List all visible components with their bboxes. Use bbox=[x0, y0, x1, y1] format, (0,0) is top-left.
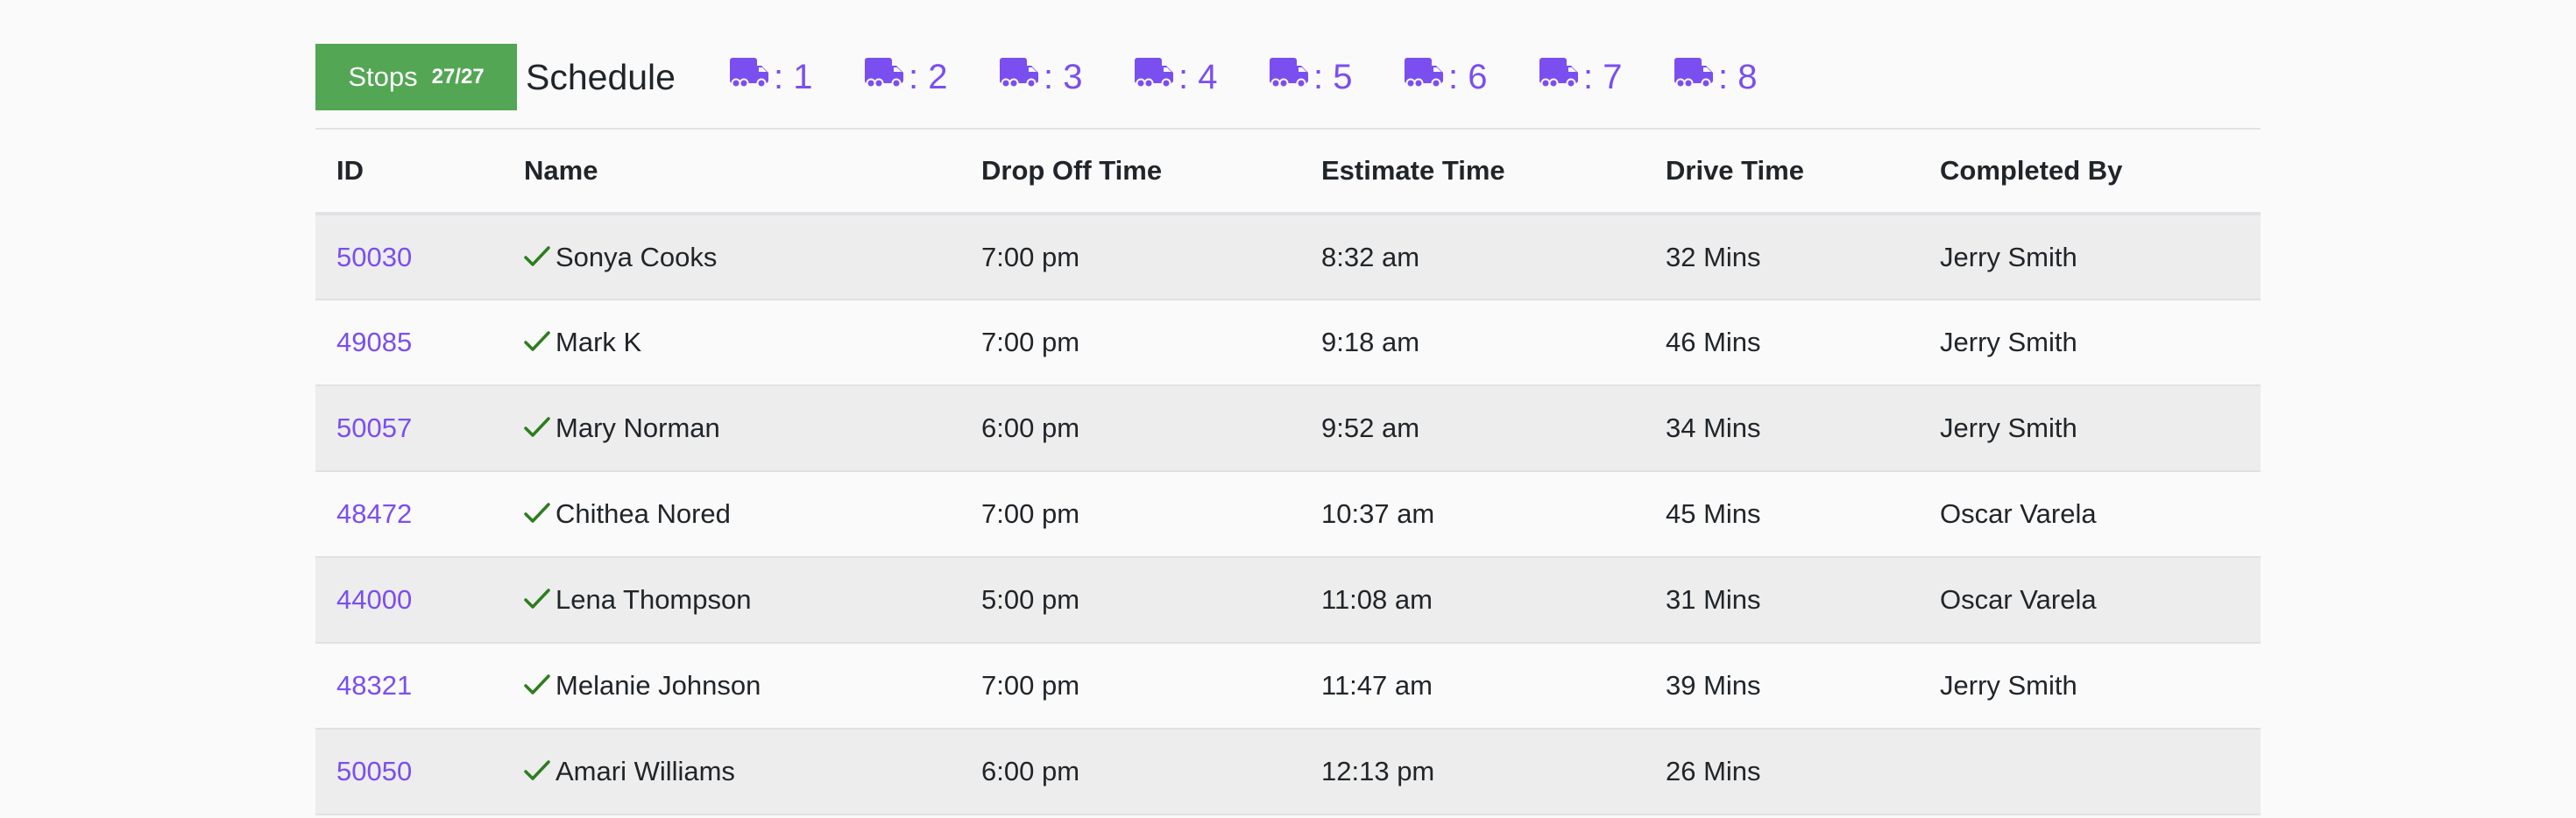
drive-time: 32 Mins bbox=[1666, 241, 1761, 272]
drop-off-time: 7:00 pm bbox=[981, 670, 1080, 701]
table-row[interactable]: 48472 Chithea Nored 7:00 pm 10:37 am 45 … bbox=[315, 471, 2261, 557]
drop-off-time: 7:00 pm bbox=[981, 498, 1080, 529]
checkmark-icon bbox=[524, 586, 550, 616]
table-row[interactable]: 50050 Amari Williams 6:00 pm 12:13 pm 26… bbox=[315, 729, 2261, 814]
stop-id-link[interactable]: 50057 bbox=[336, 413, 412, 443]
truck-filter-label: : 4 bbox=[1178, 57, 1218, 96]
checkmark-icon bbox=[524, 243, 550, 273]
page-title: Schedule bbox=[526, 56, 676, 97]
table-row[interactable]: 49085 Mark K 7:00 pm 9:18 am 46 Mins Jer… bbox=[315, 300, 2261, 385]
checkmark-icon bbox=[524, 672, 550, 702]
truck-icon bbox=[1673, 57, 1718, 97]
checkmark-icon bbox=[524, 758, 550, 787]
schedule-table: ID Name Drop Off Time Estimate Time Driv… bbox=[315, 130, 2261, 815]
truck-filter-4[interactable]: : 4 bbox=[1133, 57, 1268, 97]
customer-name: Melanie Johnson bbox=[556, 670, 761, 701]
completed-by: Jerry Smith bbox=[1940, 670, 2077, 701]
customer-name: Mary Norman bbox=[556, 413, 720, 443]
column-header-name[interactable]: Name bbox=[524, 130, 981, 215]
drive-time: 31 Mins bbox=[1666, 584, 1761, 615]
drop-off-time: 5:00 pm bbox=[981, 584, 1080, 615]
truck-filter-7[interactable]: : 7 bbox=[1538, 57, 1673, 97]
table-row[interactable]: 44000 Lena Thompson 5:00 pm 11:08 am 31 … bbox=[315, 557, 2261, 643]
customer-name: Mark K bbox=[556, 327, 642, 357]
truck-icon bbox=[998, 57, 1044, 97]
truck-icon bbox=[1403, 57, 1448, 97]
schedule-header: Stops 27/27 Schedule : 1 : 2 : 3 : 4 : 5… bbox=[315, 44, 1808, 110]
estimate-time: 11:47 am bbox=[1321, 670, 1433, 701]
stop-id-link[interactable]: 48321 bbox=[336, 670, 412, 701]
column-header-completed-by[interactable]: Completed By bbox=[1940, 130, 2261, 215]
completed-by: Jerry Smith bbox=[1940, 241, 2077, 272]
column-header-drive-time[interactable]: Drive Time bbox=[1666, 130, 1940, 215]
estimate-time: 12:13 pm bbox=[1321, 756, 1435, 786]
customer-name: Amari Williams bbox=[556, 756, 735, 786]
stops-label: Stops bbox=[348, 61, 418, 92]
column-header-drop-off-time[interactable]: Drop Off Time bbox=[981, 130, 1321, 215]
estimate-time: 8:32 am bbox=[1321, 241, 1420, 272]
truck-icon bbox=[863, 57, 909, 97]
drive-time: 26 Mins bbox=[1666, 756, 1761, 786]
drive-time: 46 Mins bbox=[1666, 327, 1761, 357]
drop-off-time: 7:00 pm bbox=[981, 327, 1080, 357]
truck-filter-label: : 3 bbox=[1043, 57, 1083, 96]
completed-by: Oscar Varela bbox=[1940, 584, 2097, 615]
truck-filter-2[interactable]: : 2 bbox=[863, 57, 998, 97]
stop-id-link[interactable]: 49085 bbox=[336, 327, 412, 357]
truck-filter-label: : 2 bbox=[908, 57, 948, 96]
drive-time: 45 Mins bbox=[1666, 498, 1761, 529]
completed-by bbox=[1940, 729, 2261, 814]
drop-off-time: 6:00 pm bbox=[981, 756, 1080, 786]
estimate-time: 11:08 am bbox=[1321, 584, 1433, 615]
truck-filter-6[interactable]: : 6 bbox=[1403, 57, 1538, 97]
truck-filter-3[interactable]: : 3 bbox=[998, 57, 1133, 97]
truck-icon bbox=[1133, 57, 1178, 97]
estimate-time: 10:37 am bbox=[1321, 498, 1435, 529]
truck-filter-label: : 6 bbox=[1447, 57, 1488, 96]
table-header-row: ID Name Drop Off Time Estimate Time Driv… bbox=[315, 130, 2261, 215]
truck-icon bbox=[1538, 57, 1583, 97]
stop-id-link[interactable]: 50030 bbox=[336, 242, 412, 272]
stops-count: 27/27 bbox=[431, 65, 485, 88]
stop-id-link[interactable]: 50050 bbox=[336, 756, 412, 786]
truck-filter-5[interactable]: : 5 bbox=[1268, 57, 1403, 97]
estimate-time: 9:18 am bbox=[1321, 327, 1420, 357]
estimate-time: 9:52 am bbox=[1321, 413, 1420, 443]
drive-time: 34 Mins bbox=[1666, 413, 1761, 443]
customer-name: Lena Thompson bbox=[556, 584, 752, 615]
truck-filter-label: : 5 bbox=[1313, 57, 1353, 96]
stop-id-link[interactable]: 48472 bbox=[336, 498, 412, 529]
stop-id-link[interactable]: 44000 bbox=[336, 584, 412, 615]
truck-filter-1[interactable]: : 1 bbox=[728, 57, 863, 97]
column-header-id[interactable]: ID bbox=[315, 130, 524, 215]
completed-by: Oscar Varela bbox=[1940, 498, 2097, 529]
drive-time: 39 Mins bbox=[1666, 670, 1761, 701]
drop-off-time: 7:00 pm bbox=[981, 241, 1080, 272]
table-row[interactable]: 50057 Mary Norman 6:00 pm 9:52 am 34 Min… bbox=[315, 385, 2261, 471]
truck-filter-8[interactable]: : 8 bbox=[1673, 57, 1808, 97]
stops-badge[interactable]: Stops 27/27 bbox=[315, 44, 517, 110]
column-header-estimate-time[interactable]: Estimate Time bbox=[1321, 130, 1666, 215]
truck-filter-label: : 1 bbox=[773, 57, 813, 96]
truck-filter-label: : 7 bbox=[1582, 57, 1623, 96]
table-row[interactable]: 48321 Melanie Johnson 7:00 pm 11:47 am 3… bbox=[315, 643, 2261, 729]
table-row[interactable]: 50030 Sonya Cooks 7:00 pm 8:32 am 32 Min… bbox=[315, 214, 2261, 300]
customer-name: Chithea Nored bbox=[556, 498, 731, 529]
drop-off-time: 6:00 pm bbox=[981, 413, 1080, 443]
truck-icon bbox=[728, 57, 774, 97]
truck-filter-label: : 8 bbox=[1717, 57, 1758, 96]
truck-icon bbox=[1268, 57, 1313, 97]
checkmark-icon bbox=[524, 414, 550, 444]
checkmark-icon bbox=[524, 500, 550, 530]
completed-by: Jerry Smith bbox=[1940, 413, 2077, 443]
completed-by: Jerry Smith bbox=[1940, 327, 2077, 357]
truck-filter-list: : 1 : 2 : 3 : 4 : 5 : 6 : 7 : 8 bbox=[728, 57, 1808, 97]
customer-name: Sonya Cooks bbox=[556, 241, 718, 272]
checkmark-icon bbox=[524, 328, 550, 358]
